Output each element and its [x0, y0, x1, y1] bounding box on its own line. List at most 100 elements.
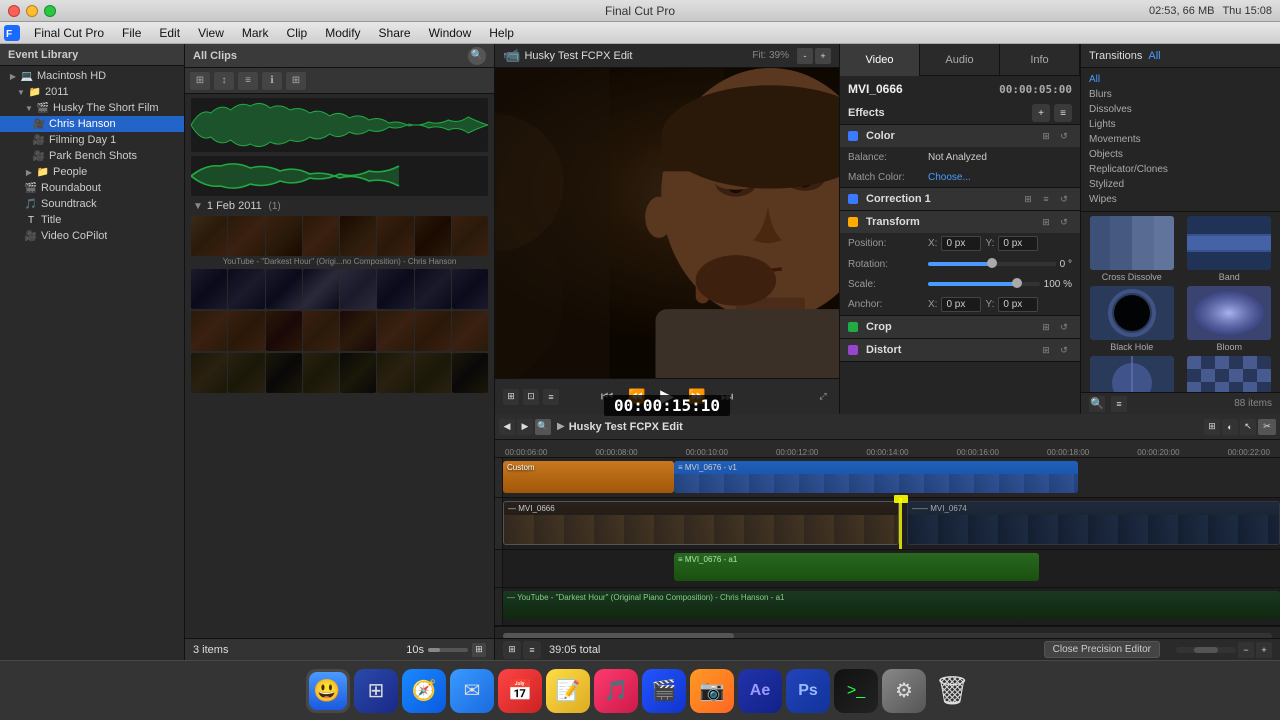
- add-effect-btn[interactable]: +: [1032, 104, 1050, 122]
- zoom-in-timeline[interactable]: +: [1256, 642, 1272, 658]
- sidebar-item-husky-film[interactable]: ▼ 🎬 Husky The Short Film: [0, 100, 184, 116]
- trans-cat-objects[interactable]: Objects: [1081, 147, 1280, 162]
- timeline-scrollbar-track[interactable]: [503, 633, 1272, 639]
- close-button[interactable]: [8, 5, 20, 17]
- clip-thumbnail-row-4[interactable]: [191, 353, 488, 393]
- clip-audio-mvi0676-a1[interactable]: ≡ MVI_0676 - a1: [674, 553, 1039, 581]
- dock-terminal[interactable]: >_: [834, 669, 878, 713]
- trans-cat-stylized[interactable]: Stylized: [1081, 177, 1280, 192]
- correction-menu-btn[interactable]: ≡: [1038, 191, 1054, 207]
- clip-mvi0674[interactable]: —— MVI_0674: [907, 501, 1280, 545]
- trans-search-btn[interactable]: 🔍: [1089, 396, 1105, 412]
- crop-reset-btn[interactable]: ↺: [1056, 319, 1072, 335]
- clip-thumbnail-row-1[interactable]: YouTube - "Darkest Hour" (Origi...no Com…: [191, 216, 488, 267]
- timeline-scrollbar-thumb[interactable]: [503, 633, 734, 639]
- clip-thumbnail-row-3[interactable]: [191, 311, 488, 351]
- timeline-tool-2[interactable]: ◐: [1222, 419, 1238, 435]
- correction-section-header[interactable]: Correction 1 ⊞ ≡ ↺: [840, 188, 1080, 210]
- clip-waveform-2[interactable]: [191, 156, 488, 196]
- menu-clip[interactable]: Clip: [279, 22, 316, 44]
- sidebar-item-soundtrack[interactable]: 🎵 Soundtrack: [0, 196, 184, 212]
- clip-custom[interactable]: Custom: [503, 461, 674, 493]
- magnify-btn[interactable]: 🔍: [535, 419, 551, 435]
- trans-cat-wipes[interactable]: Wipes: [1081, 192, 1280, 207]
- clip-youtube-audio[interactable]: — YouTube - "Darkest Hour" (Original Pia…: [503, 591, 1280, 619]
- scale-handle[interactable]: [1012, 278, 1022, 288]
- match-color-value[interactable]: Choose...: [928, 172, 1072, 183]
- preview-tool-1[interactable]: ⊞: [503, 389, 519, 405]
- transform-reset-btn[interactable]: ↺: [1056, 214, 1072, 230]
- clip-mvi0676-v1[interactable]: ≡ MVI_0676 - v1: [674, 461, 1078, 493]
- zoom-out-timeline[interactable]: −: [1238, 642, 1254, 658]
- preview-tool-2[interactable]: ⊡: [523, 389, 539, 405]
- preview-tool-3[interactable]: ≡: [543, 389, 559, 405]
- effects-menu-btn[interactable]: ≡: [1054, 104, 1072, 122]
- transform-expand-btn[interactable]: ⊞: [1038, 214, 1054, 230]
- tab-audio[interactable]: Audio: [920, 44, 1000, 76]
- color-reset-btn[interactable]: ↺: [1056, 128, 1072, 144]
- clip-mvi0666[interactable]: — MVI_0666: [503, 501, 899, 545]
- clip-waveform-1[interactable]: [191, 98, 488, 152]
- correction-expand-btn[interactable]: ⊞: [1020, 191, 1036, 207]
- transition-center[interactable]: Center: [1085, 356, 1179, 392]
- dock-photos[interactable]: 📷: [690, 669, 734, 713]
- timeline-fwd-btn[interactable]: ▶: [517, 419, 533, 435]
- sidebar-item-macintosh-hd[interactable]: ▶ 💻 Macintosh HD: [0, 68, 184, 84]
- crop-expand-btn[interactable]: ⊞: [1038, 319, 1054, 335]
- anchor-y-input[interactable]: [998, 297, 1038, 312]
- trans-cat-blurs[interactable]: Blurs: [1081, 87, 1280, 102]
- timeline-back-btn[interactable]: ◀: [499, 419, 515, 435]
- bottom-tool-1[interactable]: ⊞: [503, 641, 521, 659]
- clip-thumbnail-row-2[interactable]: [191, 269, 488, 309]
- menu-help[interactable]: Help: [481, 22, 522, 44]
- correction-reset-btn[interactable]: ↺: [1056, 191, 1072, 207]
- tab-video[interactable]: Video: [840, 44, 920, 76]
- menu-file[interactable]: File: [114, 22, 149, 44]
- expand-btn[interactable]: ⊞: [472, 643, 486, 657]
- dock-safari[interactable]: 🧭: [402, 669, 446, 713]
- color-section-header[interactable]: Color ⊞ ↺: [840, 125, 1080, 147]
- zoom-in-btn[interactable]: +: [815, 48, 831, 64]
- dock-itunes[interactable]: 🎵: [594, 669, 638, 713]
- dock-mail[interactable]: ✉: [450, 669, 494, 713]
- color-expand-btn[interactable]: ⊞: [1038, 128, 1054, 144]
- minimize-button[interactable]: [26, 5, 38, 17]
- sidebar-item-chris-hanson[interactable]: 🎥 Chris Hanson: [0, 116, 184, 132]
- grid-btn[interactable]: ⊞: [285, 71, 307, 91]
- transition-black-hole[interactable]: Black Hole: [1085, 286, 1179, 352]
- sidebar-item-filming-day1[interactable]: 🎥 Filming Day 1: [0, 132, 184, 148]
- trans-cat-replicator[interactable]: Replicator/Clones: [1081, 162, 1280, 177]
- dock-trash[interactable]: 🗑: [930, 669, 974, 713]
- rotation-handle[interactable]: [987, 258, 997, 268]
- distort-section-header[interactable]: Distort ⊞ ↺: [840, 339, 1080, 361]
- sidebar-item-park-bench[interactable]: 🎥 Park Bench Shots: [0, 148, 184, 164]
- crop-section-header[interactable]: Crop ⊞ ↺: [840, 316, 1080, 338]
- bottom-tool-2[interactable]: ≡: [523, 641, 541, 659]
- timescale-slider[interactable]: [428, 648, 468, 652]
- sidebar-item-2011[interactable]: ▼ 📁 2011: [0, 84, 184, 100]
- cursor-tool[interactable]: ↖: [1240, 419, 1256, 435]
- position-y-input[interactable]: [998, 236, 1038, 251]
- menu-share[interactable]: Share: [371, 22, 419, 44]
- zoom-track[interactable]: [1176, 647, 1236, 653]
- position-x-input[interactable]: [941, 236, 981, 251]
- trans-cat-all[interactable]: All: [1081, 72, 1280, 87]
- info-btn[interactable]: ℹ: [261, 71, 283, 91]
- zoom-thumb[interactable]: [1194, 647, 1218, 653]
- menu-window[interactable]: Window: [421, 22, 480, 44]
- fullscreen-btn[interactable]: ⤢: [815, 389, 831, 405]
- distort-reset-btn[interactable]: ↺: [1056, 342, 1072, 358]
- dock-ae[interactable]: Ae: [738, 669, 782, 713]
- window-controls[interactable]: [8, 5, 56, 17]
- dock-calendar[interactable]: 📅: [498, 669, 542, 713]
- dock-fcpx[interactable]: 🎬: [642, 669, 686, 713]
- blade-tool[interactable]: ✂: [1258, 419, 1276, 435]
- menu-finalcut[interactable]: Final Cut Pro: [26, 22, 112, 44]
- timeline-tool-1[interactable]: ⊞: [1204, 419, 1220, 435]
- distort-expand-btn[interactable]: ⊞: [1038, 342, 1054, 358]
- trans-cat-movements[interactable]: Movements: [1081, 132, 1280, 147]
- anchor-x-input[interactable]: [941, 297, 981, 312]
- transform-section-header[interactable]: Transform ⊞ ↺: [840, 211, 1080, 233]
- transition-band[interactable]: Band: [1183, 216, 1277, 282]
- sidebar-item-people[interactable]: ▶ 📁 People: [0, 164, 184, 180]
